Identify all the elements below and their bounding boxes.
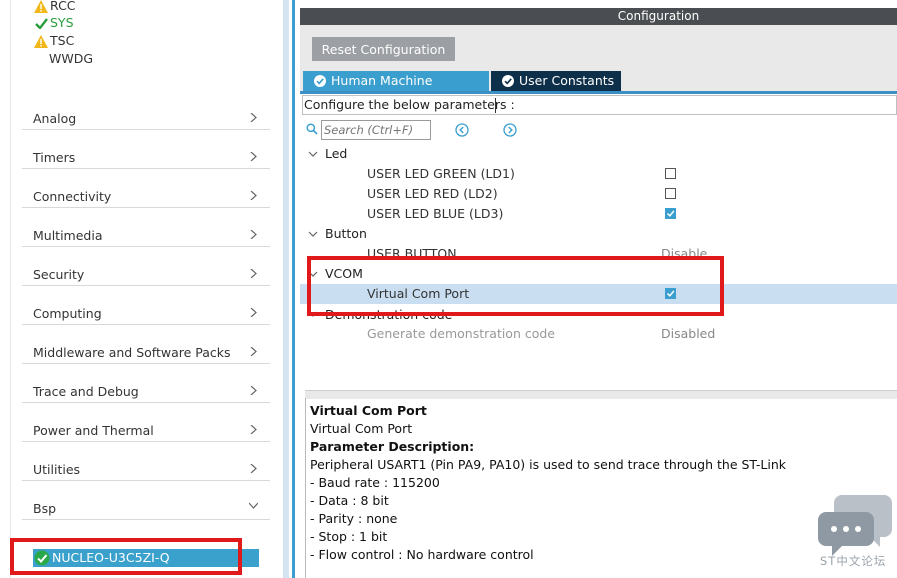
- configuration-toolbar: Reset Configuration: [300, 25, 897, 67]
- chevron-down-icon: [308, 151, 318, 157]
- param-user-led-red: USER LED RED (LD2): [300, 184, 897, 204]
- tree-item-label: TSC: [50, 33, 75, 48]
- tab-bar: Human Machine Interface User Constants: [300, 67, 897, 108]
- chevron-right-icon: [250, 152, 257, 161]
- chevron-right-icon: [250, 308, 257, 317]
- left-panel-border: [10, 0, 11, 578]
- param-generate-demo-code: Generate demonstration code Disabled: [300, 324, 897, 344]
- tab-label: User Constants: [519, 73, 615, 88]
- group-label: Led: [325, 146, 348, 161]
- param-label: USER LED GREEN (LD1): [367, 166, 515, 181]
- chevron-down-icon: [308, 231, 318, 237]
- category-label: Power and Thermal: [33, 423, 154, 438]
- search-icon: [306, 123, 318, 135]
- category-security[interactable]: Security: [22, 247, 270, 286]
- chevron-right-icon: [250, 425, 257, 434]
- description-line: - Data : 8 bit: [310, 493, 389, 508]
- category-label: Multimedia: [33, 228, 103, 243]
- tree-item-label: WWDG: [49, 51, 94, 66]
- category-middleware[interactable]: Middleware and Software Packs: [22, 325, 270, 364]
- category-label: Middleware and Software Packs: [33, 345, 231, 360]
- category-timers[interactable]: Timers: [22, 130, 270, 169]
- panel-splitter-line: [292, 0, 295, 578]
- param-label: USER LED BLUE (LD3): [367, 206, 504, 221]
- param-checkbox[interactable]: [665, 188, 676, 199]
- param-value[interactable]: Disabled: [661, 326, 715, 341]
- group-led[interactable]: Led: [300, 144, 897, 164]
- category-utilities[interactable]: Utilities: [22, 442, 270, 481]
- category-label: Utilities: [33, 462, 81, 477]
- next-result-icon[interactable]: [503, 123, 517, 137]
- left-panel: RCC SYS TSC WWDG Analog Timers Connectiv…: [0, 0, 283, 578]
- chevron-right-icon: [250, 230, 257, 239]
- group-button[interactable]: Button: [300, 224, 897, 244]
- tree-item-wwdg[interactable]: WWDG: [49, 50, 93, 68]
- highlight-box-vcom: [307, 256, 724, 316]
- chevron-down-icon: [249, 502, 258, 509]
- description-line: - Flow control : No hardware control: [310, 547, 534, 562]
- category-label: Connectivity: [33, 189, 112, 204]
- highlight-box-board: [10, 538, 242, 575]
- category-label: Security: [33, 267, 85, 282]
- description-heading: Parameter Description:: [310, 439, 475, 454]
- category-connectivity[interactable]: Connectivity: [22, 169, 270, 208]
- warning-icon: [34, 34, 48, 48]
- panel-splitter[interactable]: [283, 0, 289, 578]
- category-bsp[interactable]: Bsp: [22, 481, 270, 520]
- category-label: Trace and Debug: [33, 384, 139, 399]
- category-label: Timers: [33, 150, 76, 165]
- param-checkbox[interactable]: [665, 208, 676, 219]
- category-analog[interactable]: Analog: [22, 91, 270, 130]
- warning-icon: [34, 0, 48, 13]
- param-label: Generate demonstration code: [367, 326, 556, 341]
- description-line: - Stop : 1 bit: [310, 529, 388, 544]
- category-multimedia[interactable]: Multimedia: [22, 208, 270, 247]
- check-icon: [34, 16, 48, 30]
- category-computing[interactable]: Computing: [22, 286, 270, 325]
- tab-user-constants[interactable]: User Constants: [491, 71, 621, 91]
- category-power-thermal[interactable]: Power and Thermal: [22, 403, 270, 442]
- check-icon: [666, 210, 675, 217]
- param-user-led-green: USER LED GREEN (LD1): [300, 164, 897, 184]
- tree-item-tsc[interactable]: TSC: [34, 32, 74, 50]
- tree-item-label: RCC: [50, 0, 76, 13]
- watermark-text: ST中文论坛: [820, 554, 887, 568]
- configuration-header: Configuration: [300, 8, 897, 25]
- group-label: Button: [325, 226, 367, 241]
- chevron-right-icon: [250, 347, 257, 356]
- description-line: - Baud rate : 115200: [310, 475, 440, 490]
- tree-item-sys[interactable]: SYS: [34, 14, 74, 32]
- parameter-description: Virtual Com Port Virtual Com Port Parame…: [305, 398, 897, 578]
- param-user-led-blue: USER LED BLUE (LD3): [300, 204, 897, 224]
- text-caret: [495, 98, 496, 113]
- description-line: Virtual Com Port: [310, 421, 413, 436]
- reset-configuration-button[interactable]: Reset Configuration: [312, 37, 455, 61]
- description-line: - Parity : none: [310, 511, 398, 526]
- configure-parameters-bar: Configure the below parameters :: [302, 95, 897, 115]
- check-circle-icon: [502, 75, 514, 87]
- category-label: Analog: [33, 111, 77, 126]
- tab-human-machine-interface[interactable]: Human Machine Interface: [303, 71, 489, 108]
- tree-item-label: SYS: [50, 15, 74, 30]
- category-label: Computing: [33, 306, 102, 321]
- chevron-right-icon: [250, 386, 257, 395]
- category-label: Bsp: [33, 501, 57, 516]
- configure-parameters-label: Configure the below parameters :: [304, 97, 515, 112]
- description-title: Virtual Com Port: [310, 403, 427, 418]
- param-checkbox[interactable]: [665, 168, 676, 179]
- chevron-right-icon: [250, 113, 257, 122]
- category-trace-debug[interactable]: Trace and Debug: [22, 364, 270, 403]
- check-circle-icon: [314, 75, 326, 87]
- description-line: Peripheral USART1 (Pin PA9, PA10) is use…: [310, 457, 787, 472]
- search-input[interactable]: [321, 120, 431, 140]
- previous-result-icon[interactable]: [455, 123, 469, 137]
- chevron-right-icon: [250, 191, 257, 200]
- tree-item-rcc[interactable]: RCC: [34, 0, 76, 15]
- chevron-right-icon: [250, 464, 257, 473]
- chevron-right-icon: [250, 269, 257, 278]
- param-label: USER LED RED (LD2): [367, 186, 498, 201]
